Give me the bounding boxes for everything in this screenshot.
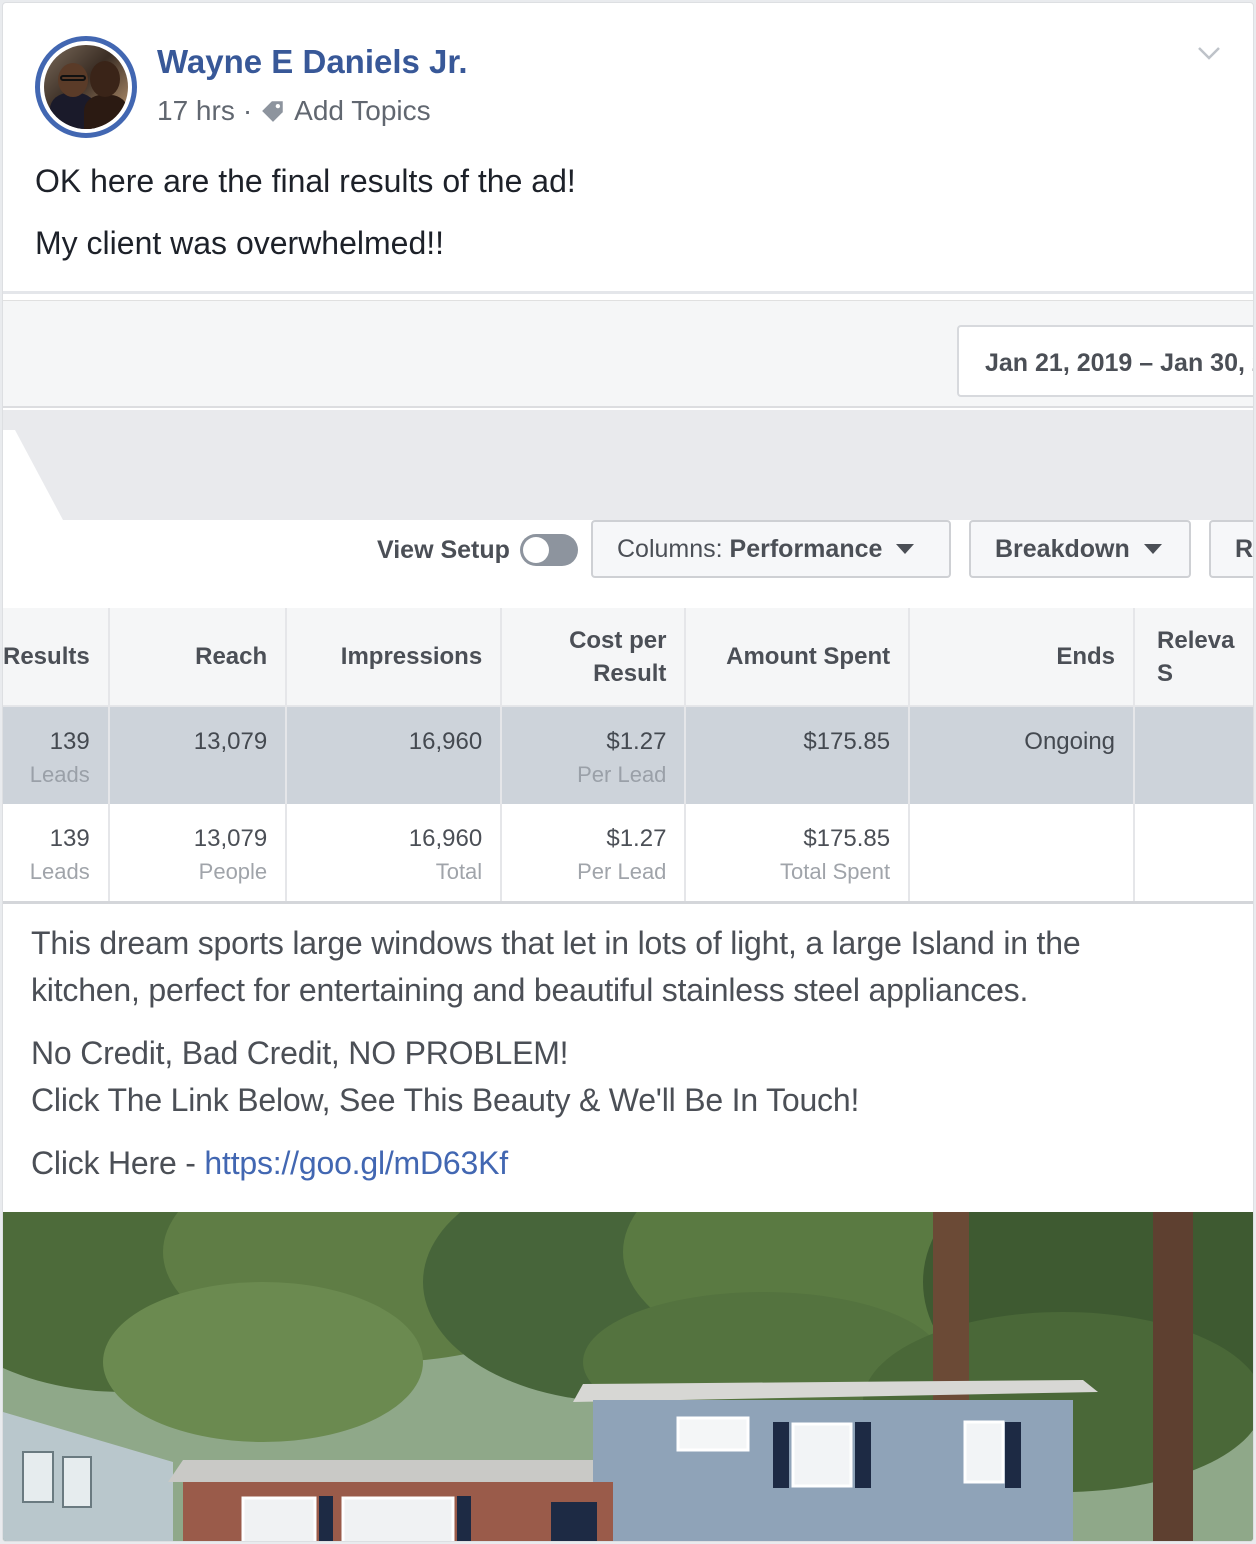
cell-amount-spent: $175.85 — [685, 706, 911, 804]
ad-copy-line-4: Click The Link Below, See This Beauty & … — [31, 1082, 860, 1118]
header-amount-spent: Amount Spent — [685, 608, 911, 707]
ads-results-table: Results Reach Impressions Cost per Resul… — [3, 608, 1253, 904]
sub-label: Per Lead — [577, 762, 667, 787]
table-row-total: 139 Leads 13,079 People 16,960 Total $1.27 P… — [3, 804, 1253, 904]
avatar-photo — [44, 45, 128, 129]
value: $1.27 — [606, 825, 667, 852]
columns-label: Columns: — [617, 534, 723, 563]
post-meta: 17 hrs · Add Topics — [157, 95, 431, 127]
ad-link: https://goo.gl/mD63Kf — [204, 1145, 508, 1181]
author-name[interactable]: Wayne E Daniels Jr. — [157, 43, 468, 81]
caret-down-icon — [896, 544, 915, 554]
post-timestamp[interactable]: 17 hrs — [157, 95, 235, 127]
table-toolbar: View Setup Columns: Performance Breakdow… — [3, 520, 1254, 604]
cell-amount-spent: $175.85 Total Spent — [685, 804, 911, 904]
add-topics-link[interactable]: Add Topics — [294, 95, 430, 127]
cell-impressions: 16,960 — [286, 706, 503, 804]
table-header-row: Results Reach Impressions Cost per Resul… — [3, 608, 1253, 707]
breakdown-button: Breakdown — [969, 520, 1191, 578]
cell-cost-per-result: $1.27 Per Lead — [501, 804, 687, 904]
value: 16,960 — [408, 825, 483, 852]
header-cost-per-result: Cost per Result — [501, 608, 687, 707]
cell-reach: 13,079 People — [108, 804, 288, 904]
date-range-picker: Jan 21, 2019 – Jan 30, 2 — [957, 325, 1253, 397]
sub-label: People — [198, 859, 268, 884]
ad-copy-line-3: No Credit, Bad Credit, NO PROBLEM! — [31, 1035, 569, 1071]
value: 139 — [49, 728, 90, 755]
breakdown-label: Breakdown — [995, 534, 1130, 563]
ads-manager-screenshot[interactable]: Jan 21, 2019 – Jan 30, 2 View Setup Colu… — [3, 291, 1254, 1541]
header-impressions: Impressions — [286, 608, 503, 707]
sub-label: Per Lead — [577, 859, 667, 884]
ad-copy-cta: Click Here - https://goo.gl/mD63Kf — [31, 1140, 1231, 1187]
value: 13,079 — [193, 825, 268, 852]
cell-cost-per-result: $1.27 Per Lead — [501, 706, 687, 804]
post-text-line-1: OK here are the final results of the ad! — [35, 163, 576, 199]
caret-down-icon — [1143, 544, 1162, 554]
cell-impressions: 16,960 Total — [286, 804, 503, 904]
report-button-label: R — [1235, 534, 1254, 563]
value: $1.27 — [606, 728, 667, 755]
post-text-line-2: My client was overwhelmed!! — [35, 225, 445, 261]
cell-relevance — [1134, 804, 1253, 904]
header-results: Results — [3, 608, 110, 707]
chevron-down-icon[interactable] — [1195, 39, 1223, 67]
cell-relevance — [1134, 706, 1253, 804]
value: $175.85 — [803, 825, 891, 852]
header-reach: Reach — [108, 608, 288, 707]
sub-label: Leads — [29, 762, 90, 787]
cell-ends — [909, 804, 1136, 904]
table-row-selected: 139 Leads 13,079 16,960 $1.27 Per Lead $17… — [3, 706, 1253, 804]
facebook-post: Wayne E Daniels Jr. 17 hrs · Add Topics … — [2, 2, 1254, 1542]
view-setup: View Setup — [377, 534, 578, 566]
view-setup-label: View Setup — [377, 535, 510, 564]
click-here-label: Click Here - — [31, 1145, 205, 1181]
ad-copy-line-2: kitchen, perfect for entertaining and be… — [31, 972, 1029, 1008]
columns-button: Columns: Performance — [591, 520, 951, 578]
tab-strip — [3, 410, 1253, 520]
ad-copy: This dream sports large windows that let… — [31, 920, 1231, 1187]
sub-label: Total Spent — [780, 859, 891, 884]
report-button: R — [1209, 520, 1254, 578]
ad-copy-line-1: This dream sports large windows that let… — [31, 925, 1081, 961]
house-photo — [3, 1212, 1253, 1541]
sub-label: Leads — [29, 859, 90, 884]
author-avatar[interactable] — [35, 36, 137, 138]
sub-label: Total — [435, 859, 483, 884]
meta-separator: · — [242, 95, 253, 126]
view-setup-toggle — [519, 534, 578, 566]
cell-results: 139 Leads — [3, 804, 110, 904]
columns-value: Performance — [729, 534, 883, 563]
value: 139 — [49, 825, 90, 852]
cell-reach: 13,079 — [108, 706, 288, 804]
ads-manager-header: Jan 21, 2019 – Jan 30, 2 — [3, 300, 1253, 408]
header-ends: Ends — [909, 608, 1136, 707]
tag-icon — [262, 101, 283, 122]
header-relevance: Releva S — [1134, 608, 1253, 707]
cell-results: 139 Leads — [3, 706, 110, 804]
cell-ends: Ongoing — [909, 706, 1136, 804]
